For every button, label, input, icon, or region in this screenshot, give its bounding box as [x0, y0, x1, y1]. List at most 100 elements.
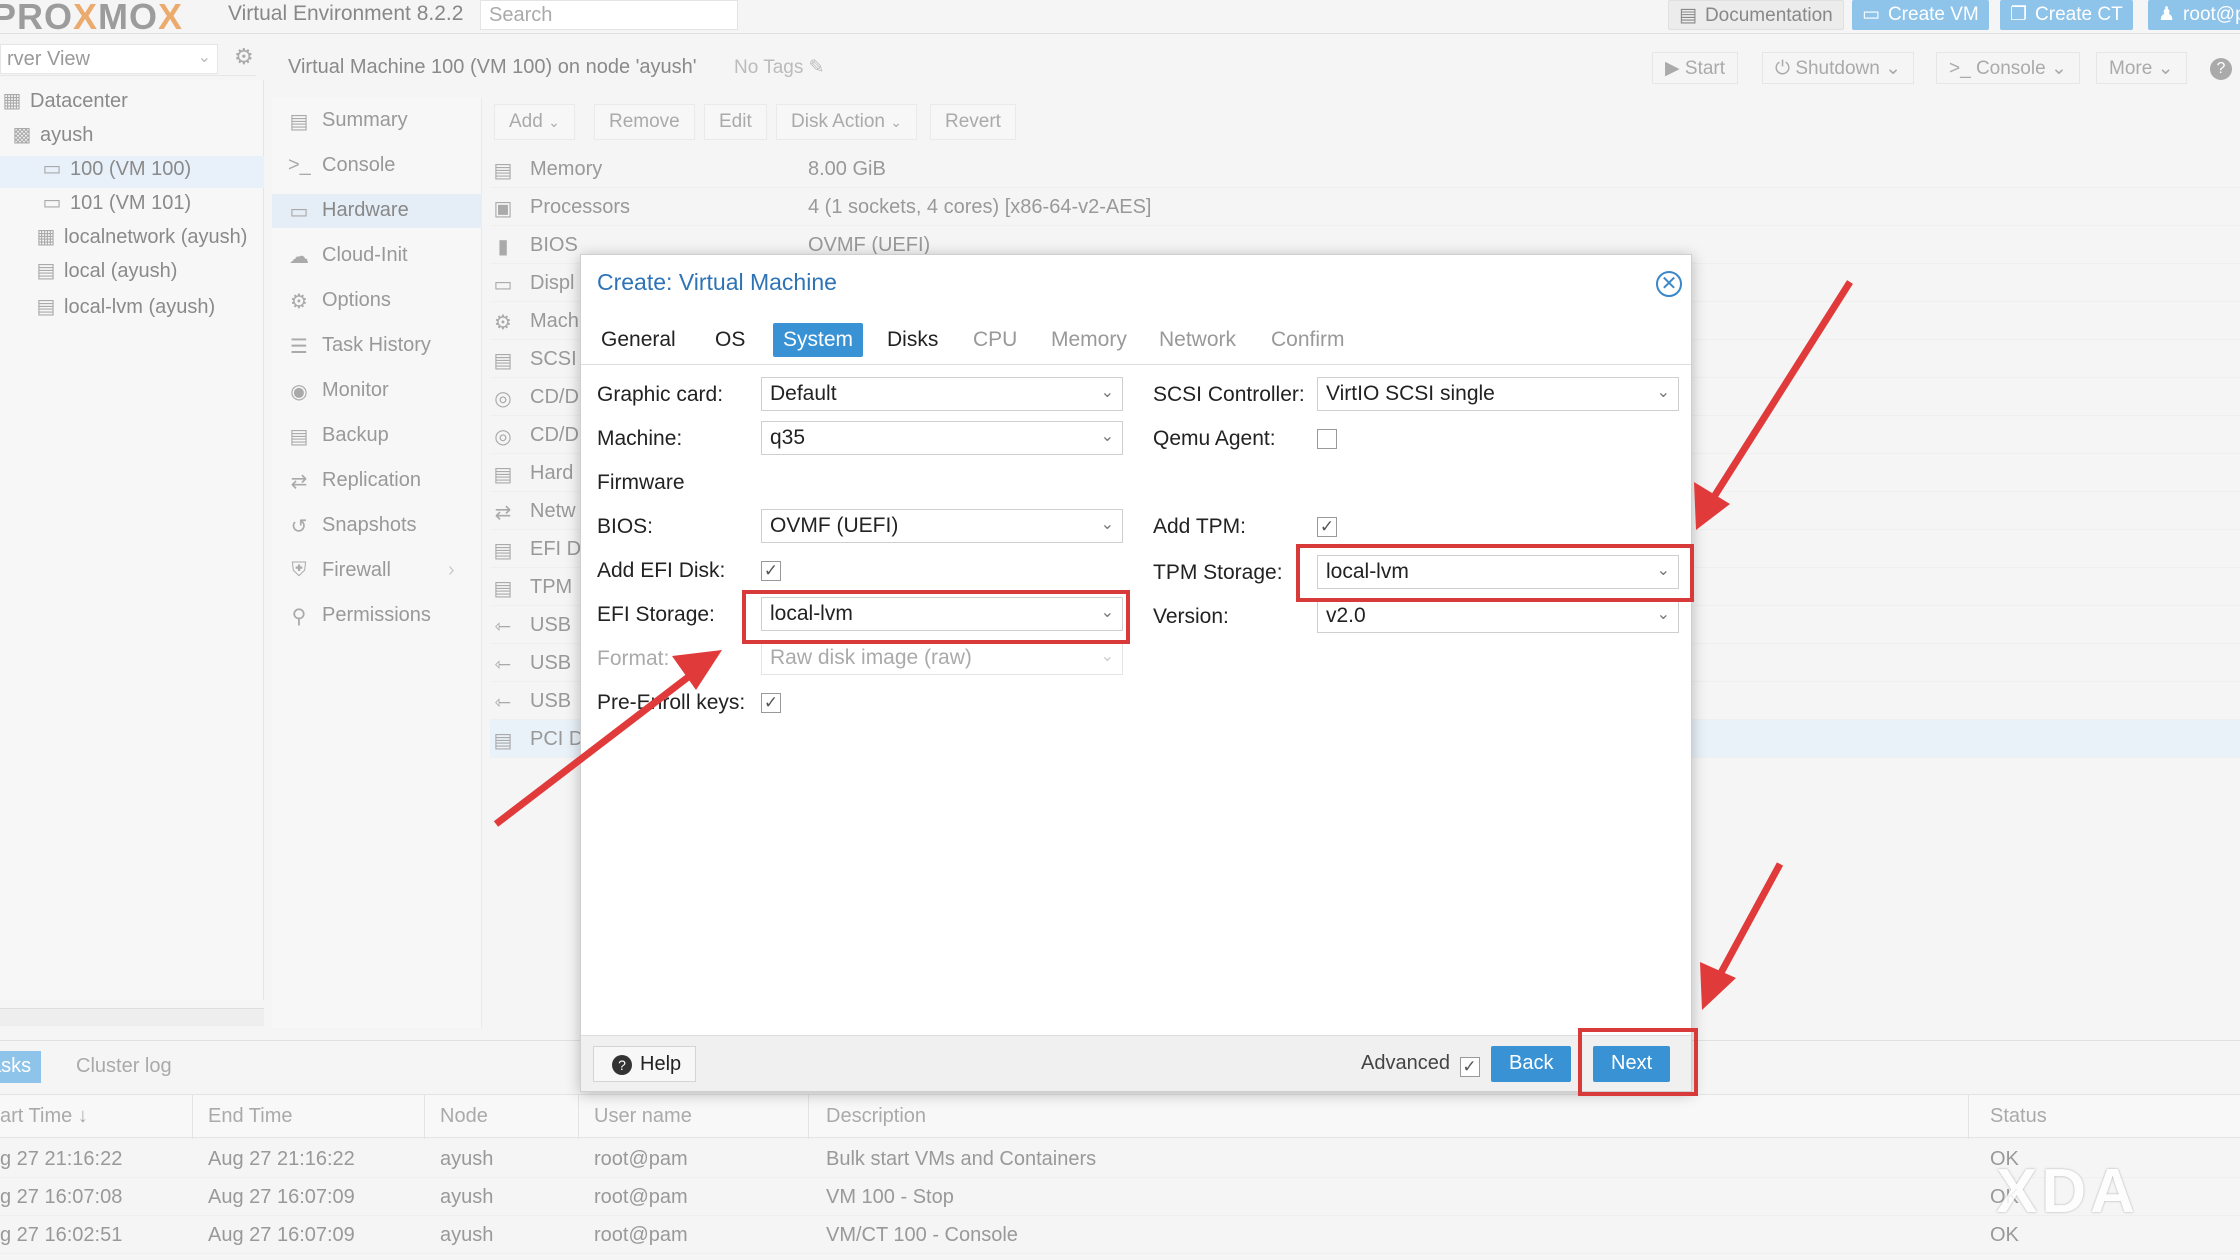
gear-icon[interactable]: ⚙ [234, 44, 254, 70]
vm-config-menu: ▤ Summary >_ Console ▭ Hardware ☁ Cloud-Init… [272, 98, 482, 1028]
menu-hardware[interactable]: ▭ Hardware [272, 194, 482, 228]
column-end-time[interactable]: End Time [208, 1105, 292, 1128]
version-select[interactable]: v2.0 ⌄ [1317, 599, 1679, 633]
tree-node-local-lvm[interactable]: ▤ local-lvm (ayush) [34, 294, 216, 326]
top-bar: PROXMOX Virtual Environment 8.2.2 Search… [0, 0, 2240, 37]
graphic-card-label: Graphic card: [597, 383, 724, 406]
task-table-header: art Time ↓ End Time Node User name Descr… [0, 1094, 2240, 1139]
tree-scrollbar[interactable] [0, 1008, 264, 1026]
pre-enroll-keys-checkbox[interactable]: ✓ [761, 693, 781, 713]
add-tpm-label: Add TPM: [1153, 515, 1246, 538]
advanced-checkbox[interactable]: ✓ [1459, 1057, 1480, 1077]
remove-button[interactable]: Remove [594, 104, 695, 140]
pre-enroll-keys-label: Pre-Enroll keys: [597, 691, 746, 714]
create-vm-button[interactable]: ▭ Create VM [1852, 0, 1989, 30]
shutdown-button[interactable]: ⏻ Shutdown ⌄ [1762, 52, 1915, 84]
vm-icon: ▭ [42, 192, 62, 214]
menu-monitor[interactable]: ◉ Monitor [272, 374, 482, 408]
tab-network[interactable]: Network [1149, 323, 1246, 357]
menu-firewall[interactable]: ⛨ Firewall › [272, 554, 482, 588]
tree-node-datacenter[interactable]: ▦ Datacenter [0, 88, 128, 120]
help-icon[interactable]: ? [2210, 58, 2232, 80]
tab-confirm[interactable]: Confirm [1261, 323, 1355, 357]
create-ct-button[interactable]: ❐ Create CT [2000, 0, 2133, 30]
add-button[interactable]: Add ⌄ [494, 104, 575, 140]
monitor-icon: ▭ [289, 201, 309, 223]
menu-snapshots[interactable]: ↺ Snapshots [272, 509, 482, 543]
add-efi-disk-checkbox[interactable]: ✓ [761, 561, 781, 581]
console-button[interactable]: >_ Console ⌄ [1936, 52, 2080, 84]
hdd-icon: ▤ [493, 464, 513, 486]
table-row[interactable]: g 27 16:02:51 Aug 27 16:07:09 ayush root… [0, 1216, 2240, 1254]
tree-node-localnetwork[interactable]: ▦ localnetwork (ayush) [34, 224, 248, 256]
book-icon: ▤ [1679, 5, 1697, 26]
gear-icon: ⚙ [290, 291, 308, 313]
tree-node-local[interactable]: ▤ local (ayush) [34, 258, 178, 290]
storage-icon: ▤ [36, 260, 56, 282]
tab-cpu[interactable]: CPU [963, 323, 1027, 357]
usb-icon: ⇽ [494, 692, 512, 714]
hardware-row[interactable]: ▤ Memory 8.00 GiB [490, 150, 2240, 188]
hardware-row[interactable]: ▣ Processors 4 (1 sockets, 4 cores) [x86-6… [490, 188, 2240, 226]
menu-summary[interactable]: ▤ Summary [272, 104, 482, 138]
chevron-down-icon: ⌄ [2050, 58, 2067, 79]
highlight-next-button [1578, 1028, 1698, 1096]
qemu-agent-label: Qemu Agent: [1153, 427, 1276, 450]
graphic-card-select[interactable]: Default ⌄ [761, 377, 1123, 411]
view-selector[interactable]: rver View ⌄ [0, 44, 218, 74]
tab-general[interactable]: General [591, 323, 686, 357]
pencil-icon: ✎ [808, 57, 825, 78]
column-description[interactable]: Description [826, 1105, 926, 1128]
revert-button[interactable]: Revert [930, 104, 1016, 140]
column-start-time[interactable]: art Time ↓ [0, 1105, 88, 1128]
menu-backup[interactable]: ▤ Backup [272, 419, 482, 453]
tab-os[interactable]: OS [705, 323, 755, 357]
close-icon[interactable]: ✕ [1656, 271, 1682, 297]
tab-tasks[interactable]: asks [0, 1051, 42, 1083]
tab-memory[interactable]: Memory [1041, 323, 1137, 357]
table-row[interactable]: g 27 16:07:08 Aug 27 16:07:09 ayush root… [0, 1178, 2240, 1216]
list-icon: ☰ [290, 336, 308, 358]
back-button[interactable]: Back [1491, 1046, 1572, 1082]
advanced-toggle[interactable]: Advanced ✓ [1361, 1052, 1480, 1077]
help-button[interactable]: ? Help [593, 1046, 697, 1082]
search-input[interactable]: Search [480, 0, 738, 30]
question-icon: ? [612, 1055, 632, 1075]
tab-system[interactable]: System [773, 323, 864, 357]
machine-select[interactable]: q35 ⌄ [761, 421, 1123, 455]
tree-node-vm-100[interactable]: ▭ 100 (VM 100) [0, 156, 264, 188]
tags-edit[interactable]: No Tags ✎ [734, 56, 825, 79]
menu-console[interactable]: >_ Console [272, 149, 482, 183]
power-icon: ⏻ [1775, 58, 1791, 79]
more-button[interactable]: More ⌄ [2096, 52, 2187, 84]
column-user-name[interactable]: User name [594, 1105, 692, 1128]
scsi-controller-select[interactable]: VirtIO SCSI single ⌄ [1317, 377, 1679, 411]
qemu-agent-checkbox[interactable] [1317, 429, 1337, 449]
menu-cloud-init[interactable]: ☁ Cloud-Init [272, 239, 482, 273]
tab-cluster-log[interactable]: Cluster log [66, 1051, 182, 1083]
menu-task-history[interactable]: ☰ Task History [272, 329, 482, 363]
menu-permissions[interactable]: ⚲ Permissions [272, 599, 482, 633]
tab-disks[interactable]: Disks [877, 323, 948, 357]
tree-node-vm-101[interactable]: ▭ 101 (VM 101) [40, 190, 192, 222]
version-label: Version: [1153, 605, 1229, 628]
task-node: ayush [440, 1186, 494, 1208]
add-tpm-checkbox[interactable]: ✓ [1317, 517, 1337, 537]
column-status[interactable]: Status [1990, 1105, 2047, 1128]
bios-select[interactable]: OVMF (UEFI) ⌄ [761, 509, 1123, 543]
chevron-down-icon: ⌄ [1885, 58, 1902, 79]
menu-options[interactable]: ⚙ Options [272, 284, 482, 318]
documentation-button[interactable]: ▤ Documentation [1668, 0, 1844, 30]
machine-label: Machine: [597, 427, 683, 450]
hdd-icon: ▤ [493, 578, 513, 600]
terminal-icon: >_ [1949, 58, 1971, 79]
table-row[interactable]: g 27 21:16:22 Aug 27 21:16:22 ayush root… [0, 1140, 2240, 1178]
disk-action-button[interactable]: Disk Action ⌄ [776, 104, 917, 140]
column-node[interactable]: Node [440, 1105, 488, 1128]
edit-button[interactable]: Edit [704, 104, 767, 140]
tree-node-ayush[interactable]: ▩ ayush [10, 122, 94, 154]
menu-replication[interactable]: ⇄ Replication [272, 464, 482, 498]
cube-icon: ❐ [2010, 4, 2028, 25]
user-menu-button[interactable]: ♟ root@p [2148, 0, 2240, 30]
start-button[interactable]: ▶ Start [1652, 52, 1739, 84]
